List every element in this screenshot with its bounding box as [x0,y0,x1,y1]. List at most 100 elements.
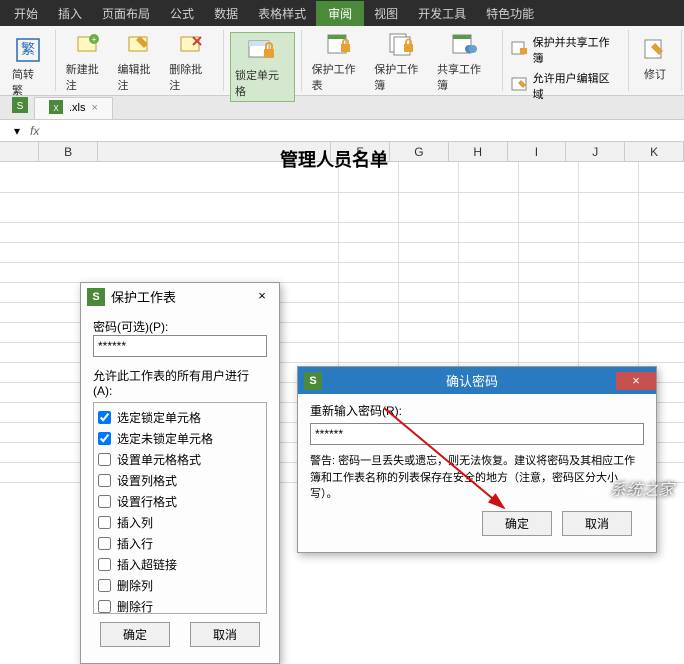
btn-allow-edit[interactable]: 允许用户编辑区域 [509,68,622,104]
share-book-icon [448,29,480,61]
col-J[interactable]: J [566,142,625,161]
menu-special[interactable]: 特色功能 [476,5,544,22]
protect-book-icon [386,29,418,61]
protect-share-icon [511,41,529,60]
permission-option[interactable]: 设置行格式 [98,491,262,512]
permission-option[interactable]: 插入超链接 [98,554,262,575]
permission-label: 设置列格式 [117,472,177,489]
permission-label: 设置行格式 [117,493,177,510]
permission-label: 插入超链接 [117,556,177,573]
permission-checkbox[interactable] [98,411,111,424]
btn-edit-comment[interactable]: 编辑批注 [114,27,166,95]
reenter-label: 重新输入密码(R): [310,402,644,419]
ok-button[interactable]: 确定 [482,511,552,536]
cancel-button[interactable]: 取消 [190,622,260,647]
permission-option[interactable]: 插入列 [98,512,262,533]
xls-icon: X [49,100,63,117]
dialog-title: 保护工作表 [111,287,176,306]
col-B[interactable]: B [39,142,98,161]
file-tab[interactable]: X .xls × [34,97,113,119]
dialog-title: 确认密码 [328,371,616,390]
password-input[interactable] [93,335,267,357]
new-comment-icon: + [72,29,104,61]
btn-delete-comment[interactable]: 删除批注 [165,27,217,95]
permission-label: 删除行 [117,598,153,614]
wps-dialog-icon: S [87,288,105,306]
watermark: 系统之家 [582,476,674,500]
permission-checkbox[interactable] [98,474,111,487]
menu-bar: 开始 插入 页面布局 公式 数据 表格样式 审阅 视图 开发工具 特色功能 [0,0,684,26]
close-tab-icon[interactable]: × [92,102,98,114]
permission-checkbox[interactable] [98,453,111,466]
translate-icon: 繁 [12,34,44,66]
permission-option[interactable]: 选定未锁定单元格 [98,428,262,449]
permission-option[interactable]: 选定锁定单元格 [98,407,262,428]
btn-share-book[interactable]: 共享工作簿 [433,27,496,95]
permission-label: 插入列 [117,514,153,531]
edit-comment-icon [123,29,155,61]
close-icon[interactable]: × [616,372,656,390]
menu-start[interactable]: 开始 [4,5,48,22]
menu-review[interactable]: 审阅 [316,1,364,26]
spreadsheet[interactable]: B F G H I J K 管理人员名单 S [0,142,684,504]
permission-checkbox[interactable] [98,495,111,508]
svg-text:+: + [91,35,96,44]
permission-option[interactable]: 删除行 [98,596,262,614]
revise-icon [639,34,671,66]
btn-protect-sheet[interactable]: 保护工作表 [308,27,371,95]
permission-label: 删除列 [117,577,153,594]
svg-text:繁: 繁 [21,41,35,57]
protect-sheet-icon [323,29,355,61]
allow-label: 允许此工作表的所有用户进行(A): [93,367,267,398]
btn-lock-cell[interactable]: 锁定单元格 [230,32,295,102]
btn-new-comment[interactable]: + 新建批注 [62,27,114,95]
protect-sheet-dialog: S 保护工作表 × 密码(可选)(P): 允许此工作表的所有用户进行(A): 选… [80,282,280,664]
password-label: 密码(可选)(P): [93,318,267,335]
permission-checkbox[interactable] [98,537,111,550]
permission-checkbox[interactable] [98,516,111,529]
confirm-password-dialog: S 确认密码 × 重新输入密码(R): 警告: 密码一旦丢失或遗忘，则无法恢复。… [297,366,657,553]
fx-icon[interactable]: fx [30,124,39,138]
delete-comment-icon [175,29,207,61]
wps-dialog-icon: S [304,372,322,390]
col-K[interactable]: K [625,142,684,161]
menu-view[interactable]: 视图 [364,5,408,22]
file-tab-label: .xls [69,102,86,114]
permission-option[interactable]: 插入行 [98,533,262,554]
btn-simplify[interactable]: 繁 简转繁 [8,32,49,100]
permissions-list[interactable]: 选定锁定单元格选定未锁定单元格设置单元格格式设置列格式设置行格式插入列插入行插入… [93,402,267,614]
permission-checkbox[interactable] [98,600,111,613]
col-I[interactable]: I [508,142,567,161]
permission-checkbox[interactable] [98,558,111,571]
permission-checkbox[interactable] [98,432,111,445]
btn-protect-share[interactable]: 保护并共享工作簿 [509,32,622,68]
permission-label: 选定未锁定单元格 [117,430,213,447]
permission-option[interactable]: 设置列格式 [98,470,262,491]
permission-label: 选定锁定单元格 [117,409,201,426]
menu-layout[interactable]: 页面布局 [92,5,160,22]
menu-data[interactable]: 数据 [204,5,248,22]
ok-button[interactable]: 确定 [100,622,170,647]
lock-cell-icon [246,35,278,67]
close-icon[interactable]: × [251,288,273,306]
col-H[interactable]: H [449,142,508,161]
menu-insert[interactable]: 插入 [48,5,92,22]
svg-text:X: X [53,104,59,113]
permission-checkbox[interactable] [98,579,111,592]
cancel-button[interactable]: 取消 [562,511,632,536]
sheet-title-cell: 管理人员名单 [280,146,388,172]
permission-option[interactable]: 删除列 [98,575,262,596]
ribbon: 繁 简转繁 + 新建批注 编辑批注 删除批注 锁定单元格 保护工作表 保护工作 [0,26,684,96]
menu-table-style[interactable]: 表格样式 [248,5,316,22]
confirm-password-input[interactable] [310,423,644,445]
svg-text:S: S [17,101,24,112]
permission-label: 设置单元格格式 [117,451,201,468]
menu-formula[interactable]: 公式 [160,5,204,22]
btn-protect-book[interactable]: 保护工作簿 [370,27,433,95]
wps-logo-icon: S [12,97,28,118]
permission-option[interactable]: 设置单元格格式 [98,449,262,470]
name-box-dropdown[interactable]: ▾ [14,124,20,138]
menu-dev[interactable]: 开发工具 [408,5,476,22]
btn-revise[interactable]: 修订 [635,32,675,84]
col-G[interactable]: G [390,142,449,161]
